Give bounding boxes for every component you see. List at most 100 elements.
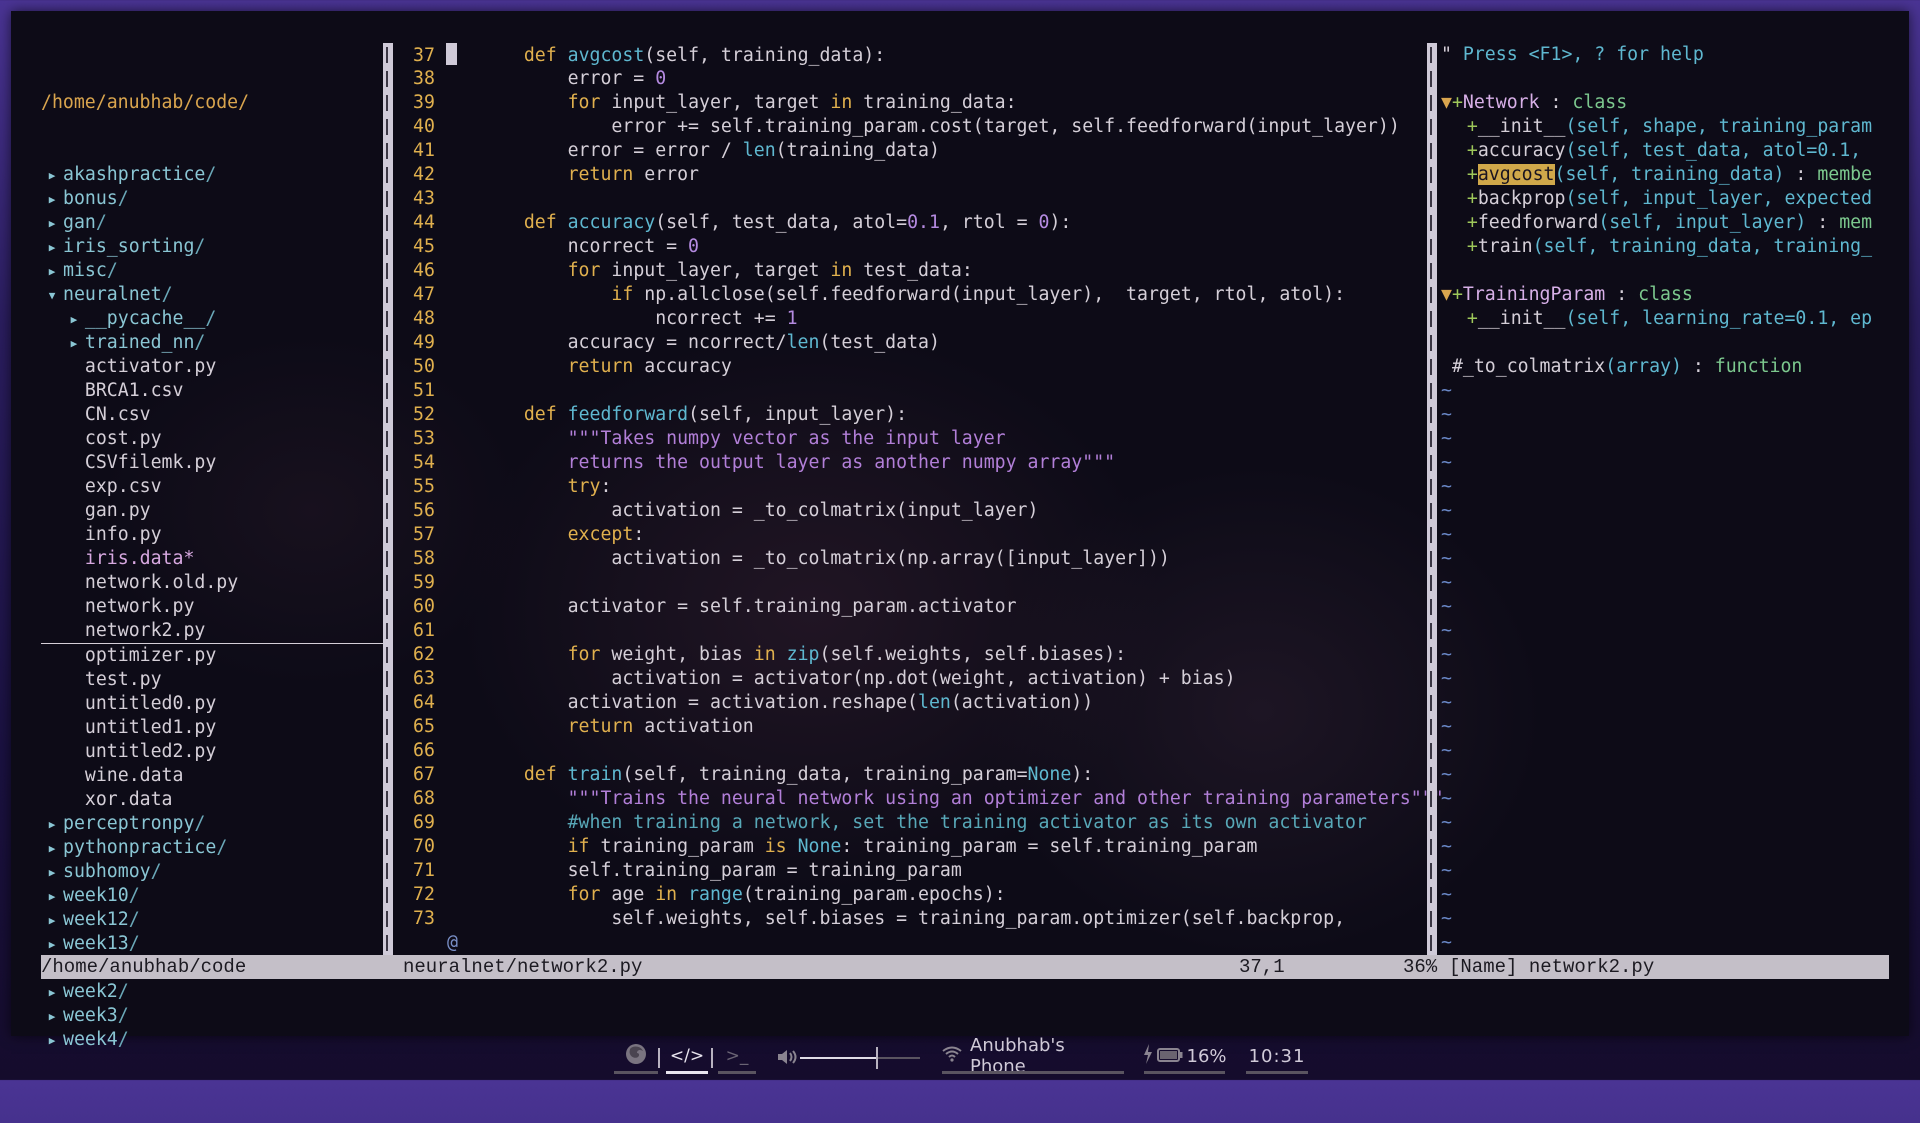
tagbar-member[interactable]: +feedforward(self, input_layer) : mem	[1441, 211, 1887, 235]
code-line[interactable]: 41 error = error / len(training_data)	[403, 139, 1429, 163]
tagbar-member[interactable]: +avgcost(self, training_data) : membe	[1441, 163, 1887, 187]
code-line[interactable]: 66	[403, 739, 1429, 763]
tree-file[interactable]: info.py	[41, 523, 393, 547]
code-line[interactable]: 59	[403, 571, 1429, 595]
tagbar-member[interactable]: +accuracy(self, test_data, atol=0.1,	[1441, 139, 1887, 163]
tree-folder[interactable]: ▶ subhomoy/	[41, 860, 393, 884]
tree-file[interactable]: iris.data*	[41, 547, 393, 571]
tree-folder[interactable]: ▶ misc/	[41, 259, 393, 283]
code-line[interactable]: 73 self.weights, self.biases = training_…	[403, 907, 1429, 931]
speaker-icon[interactable]	[776, 1047, 798, 1072]
fold-open-icon[interactable]: ▼	[1441, 92, 1452, 113]
fold-open-icon[interactable]: ▼	[1441, 284, 1452, 305]
tree-file[interactable]: test.py	[41, 668, 393, 692]
caret-right-icon[interactable]: ▶	[41, 188, 63, 212]
caret-right-icon[interactable]: ▶	[63, 332, 85, 356]
tree-folder[interactable]: ▶ trained_nn/	[41, 331, 393, 355]
caret-down-icon[interactable]: ▼	[41, 284, 63, 308]
tree-file[interactable]: untitled0.py	[41, 692, 393, 716]
code-line[interactable]: 64 activation = activation.reshape(len(a…	[403, 691, 1429, 715]
tree-file[interactable]: network.py	[41, 595, 393, 619]
caret-right-icon[interactable]: ▶	[41, 236, 63, 260]
code-line[interactable]: 60 activator = self.training_param.activ…	[403, 595, 1429, 619]
tree-file[interactable]: network.old.py	[41, 571, 393, 595]
tree-file[interactable]: network2.py	[41, 619, 393, 644]
code-line[interactable]: 45 ncorrect = 0	[403, 235, 1429, 259]
tagbar-function[interactable]: #_to_colmatrix(array) : function	[1441, 355, 1887, 379]
code-line[interactable]: 53 """Takes numpy vector as the input la…	[403, 427, 1429, 451]
taskbar-app-firefox[interactable]	[614, 1040, 658, 1074]
code-line[interactable]: 63 activation = activator(np.dot(weight,…	[403, 667, 1429, 691]
caret-right-icon[interactable]: ▶	[41, 861, 63, 885]
tree-file[interactable]: activator.py	[41, 355, 393, 379]
code-line[interactable]: 47 if np.allclose(self.feedforward(input…	[403, 283, 1429, 307]
code-line[interactable]: 56 activation = _to_colmatrix(input_laye…	[403, 499, 1429, 523]
caret-right-icon[interactable]: ▶	[41, 164, 63, 188]
tree-file[interactable]: untitled2.py	[41, 740, 393, 764]
tree-folder[interactable]: ▼ neuralnet/	[41, 283, 393, 307]
code-line[interactable]: 40 error += self.training_param.cost(tar…	[403, 115, 1429, 139]
tagbar-member[interactable]: +train(self, training_data, training_	[1441, 235, 1887, 259]
tagbar-panel[interactable]: " Press <F1>, ? for help ▼+Network : clas…	[1437, 43, 1887, 955]
tagbar-class[interactable]: ▼+Network : class	[1441, 91, 1887, 115]
tree-folder[interactable]: ▶ akashpractice/	[41, 163, 393, 187]
tree-file[interactable]: CSVfilemk.py	[41, 451, 393, 475]
tree-file[interactable]: xor.data	[41, 788, 393, 812]
clock[interactable]: 10:31	[1246, 1040, 1308, 1074]
caret-right-icon[interactable]: ▶	[41, 933, 63, 957]
tree-file[interactable]: wine.data	[41, 764, 393, 788]
code-line[interactable]: 71 self.training_param = training_param	[403, 859, 1429, 883]
code-line[interactable]: 67 def train(self, training_data, traini…	[403, 763, 1429, 787]
split-separator-left[interactable]	[383, 43, 393, 955]
file-tree[interactable]: /home/anubhab/code/ ▶ akashpractice/▶ bonu…	[41, 43, 393, 1052]
split-separator-right[interactable]	[1427, 43, 1437, 955]
caret-right-icon[interactable]: ▶	[41, 260, 63, 284]
code-line[interactable]: 42 return error	[403, 163, 1429, 187]
tree-folder[interactable]: ▶ perceptronpy/	[41, 812, 393, 836]
code-line[interactable]: 62 for weight, bias in zip(self.weights,…	[403, 643, 1429, 667]
code-line[interactable]: 61	[403, 619, 1429, 643]
tagbar-member[interactable]: +__init__(self, shape, training_param	[1441, 115, 1887, 139]
tagbar-member[interactable]: +__init__(self, learning_rate=0.1, ep	[1441, 307, 1887, 331]
code-line[interactable]: 58 activation = _to_colmatrix(np.array([…	[403, 547, 1429, 571]
caret-right-icon[interactable]: ▶	[41, 909, 63, 933]
battery-status[interactable]: 16%	[1143, 1040, 1227, 1074]
caret-right-icon[interactable]: ▶	[41, 813, 63, 837]
tree-folder[interactable]: ▶ bonus/	[41, 187, 393, 211]
tagbar-member[interactable]: +backprop(self, input_layer, expected	[1441, 187, 1887, 211]
tree-folder[interactable]: ▶ __pycache__/	[41, 307, 393, 331]
tree-folder[interactable]: ▶ iris_sorting/	[41, 235, 393, 259]
tree-folder[interactable]: ▶week2/	[41, 980, 393, 1004]
code-line[interactable]: 72 for age in range(training_param.epoch…	[403, 883, 1429, 907]
code-line[interactable]: 37 def avgcost(self, training_data):	[403, 43, 1429, 67]
code-line[interactable]: 46 for input_layer, target in test_data:	[403, 259, 1429, 283]
code-line[interactable]: 43	[403, 187, 1429, 211]
tree-folder[interactable]: ▶week3/	[41, 1004, 393, 1028]
code-line[interactable]: 69 #when training a network, set the tra…	[403, 811, 1429, 835]
code-line[interactable]: 54 returns the output layer as another n…	[403, 451, 1429, 475]
wifi-status[interactable]: Anubhab's Phone	[942, 1035, 1124, 1077]
tree-folder[interactable]: ▶ gan/	[41, 211, 393, 235]
caret-right-icon[interactable]: ▶	[41, 837, 63, 861]
volume-slider[interactable]	[800, 1036, 920, 1080]
code-line[interactable]: 49 accuracy = ncorrect/len(test_data)	[403, 331, 1429, 355]
code-line[interactable]: 44 def accuracy(self, test_data, atol=0.…	[403, 211, 1429, 235]
caret-right-icon[interactable]: ▶	[41, 212, 63, 236]
tree-file[interactable]: CN.csv	[41, 403, 393, 427]
taskbar-app-code[interactable]: </>	[666, 1040, 708, 1074]
code-line[interactable]: 70 if training_param is None: training_p…	[403, 835, 1429, 859]
tree-file[interactable]: cost.py	[41, 427, 393, 451]
tree-file[interactable]: BRCA1.csv	[41, 379, 393, 403]
tree-folder[interactable]: ▶ pythonpractice/	[41, 836, 393, 860]
code-line[interactable]: 52 def feedforward(self, input_layer):	[403, 403, 1429, 427]
tree-file[interactable]: gan.py	[41, 499, 393, 523]
code-line[interactable]: 51	[403, 379, 1429, 403]
caret-right-icon[interactable]: ▶	[63, 308, 85, 332]
tree-file[interactable]: exp.csv	[41, 475, 393, 499]
code-editor[interactable]: 37 def avgcost(self, training_data): 38 e…	[403, 43, 1444, 955]
tree-folder[interactable]: ▶ week13/	[41, 932, 393, 956]
taskbar-app-terminal[interactable]: >_	[718, 1040, 756, 1074]
code-line[interactable]: 39 for input_layer, target in training_d…	[403, 91, 1429, 115]
caret-right-icon[interactable]: ▶	[41, 885, 63, 909]
tree-file[interactable]: untitled1.py	[41, 716, 393, 740]
